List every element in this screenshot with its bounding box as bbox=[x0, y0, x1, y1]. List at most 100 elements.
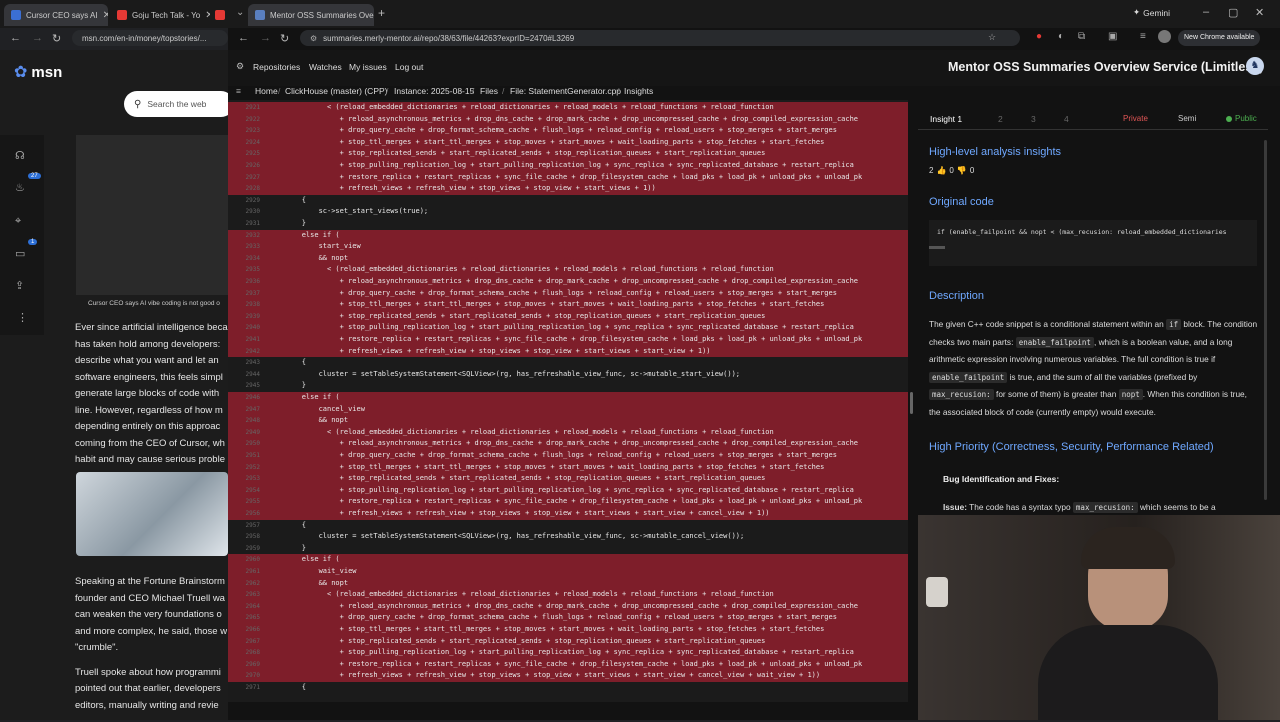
code-line: 2925 + stop_replicated_sends + start_rep… bbox=[228, 148, 908, 160]
breadcrumb-file[interactable]: File: StatementGenerator.cpp bbox=[510, 86, 621, 96]
breadcrumb-separator: / bbox=[472, 86, 475, 96]
line-number: 2939 bbox=[245, 312, 260, 320]
original-code-heading: Original code bbox=[929, 196, 994, 208]
article-image[interactable] bbox=[76, 472, 228, 556]
back-icon[interactable]: ← bbox=[10, 32, 21, 44]
code-line: 2950 + reload_asynchronous_metrics + dro… bbox=[228, 438, 908, 450]
nav-log-out[interactable]: Log out bbox=[395, 62, 423, 72]
extension-icon[interactable]: ● bbox=[1036, 31, 1042, 42]
thumbs-down-icon[interactable]: 👎 bbox=[957, 166, 967, 175]
breadcrumb: ≡ Home / ClickHouse (master) (CPP) / Ins… bbox=[228, 86, 1280, 100]
update-chrome-button[interactable]: New Chrome available bbox=[1178, 30, 1261, 46]
code-text: + reload_asynchronous_metrics + drop_dns… bbox=[268, 277, 859, 285]
tab-mentor[interactable]: Mentor OSS Summaries Overvi ✕ bbox=[248, 4, 374, 26]
code-text: } bbox=[268, 543, 306, 552]
extension-icon[interactable]: ≡ bbox=[1140, 31, 1146, 42]
tab-youtube[interactable]: Goju Tech Talk - Yo ✕ bbox=[110, 4, 210, 26]
extension-icon[interactable]: ▣ bbox=[1108, 31, 1117, 42]
code-line: 2968 + stop_pulling_replication_log + st… bbox=[228, 647, 908, 659]
location-icon[interactable]: ⌖ bbox=[15, 215, 21, 228]
reload-icon[interactable]: ↻ bbox=[280, 32, 289, 45]
code-line: 2967 + stop_replicated_sends + start_rep… bbox=[228, 635, 908, 648]
code-text: { bbox=[268, 195, 306, 204]
webcam-overlay bbox=[918, 515, 1280, 720]
code-scrollbar[interactable] bbox=[910, 392, 913, 414]
extension-icon[interactable]: ◐ bbox=[1058, 31, 1064, 42]
breadcrumb-instance[interactable]: Instance: 2025-08-15 bbox=[394, 86, 474, 96]
tab-insight-1[interactable]: Insight 1 bbox=[930, 114, 962, 124]
nav-my-issues[interactable]: My issues bbox=[349, 62, 387, 72]
code-text: cluster = setTableSystemStatement<SQLVie… bbox=[268, 369, 741, 378]
nav-repositories[interactable]: Repositories bbox=[253, 62, 300, 72]
code-text: + drop_query_cache + drop_format_schema_… bbox=[268, 126, 837, 135]
line-number: 2929 bbox=[245, 196, 260, 204]
extension-icon[interactable]: ☆ bbox=[988, 32, 996, 43]
chat-icon[interactable]: ▭ bbox=[15, 247, 25, 260]
search-box[interactable]: ⚲ Search the web bbox=[124, 91, 234, 117]
left-browser-window: Cursor CEO says AI ✕ Goju Tech Talk - Yo… bbox=[0, 0, 234, 720]
code-text: + refresh_views + refresh_view + stop_vi… bbox=[268, 346, 711, 355]
private-toggle[interactable]: Private bbox=[1123, 114, 1148, 123]
code-viewer[interactable]: 2921 < (reload_embedded_dictionaries + r… bbox=[228, 100, 908, 702]
horizontal-scrollbar[interactable] bbox=[929, 246, 945, 249]
gear-icon[interactable]: ⚙ bbox=[236, 61, 244, 72]
panel-scrollbar[interactable] bbox=[1264, 140, 1267, 500]
description-heading: Description bbox=[929, 290, 985, 302]
sidebar-icons: ☊ ♨ 27 ⌖ ▭ 1 ⇪ ⋮ bbox=[0, 135, 44, 335]
line-number: 2955 bbox=[245, 498, 260, 506]
issue-text: The code has a syntax typo bbox=[969, 502, 1071, 512]
code-text: < (reload_embedded_dictionaries + reload… bbox=[268, 103, 774, 111]
breadcrumb-repo[interactable]: ClickHouse (master) (CPP) bbox=[285, 86, 388, 96]
code-line: 2956 + refresh_views + refresh_view + st… bbox=[228, 508, 908, 520]
code-text: + stop_replicated_sends + start_replicat… bbox=[268, 636, 766, 645]
notifications-icon[interactable]: ♨ bbox=[15, 181, 25, 194]
close-window-icon[interactable]: ✕ bbox=[1255, 6, 1264, 19]
forward-icon[interactable]: → bbox=[32, 32, 43, 44]
tab-search-icon[interactable]: ⌄ bbox=[236, 7, 244, 18]
new-tab-icon[interactable]: + bbox=[378, 6, 385, 20]
share-icon[interactable]: ⇪ bbox=[15, 279, 24, 292]
browser-tab-strip: Cursor CEO says AI ✕ Goju Tech Talk - Yo… bbox=[0, 0, 228, 28]
profile-avatar[interactable] bbox=[1158, 30, 1171, 43]
breadcrumb-files[interactable]: Files bbox=[480, 86, 498, 96]
address-bar[interactable]: ⚙ summaries.merly-mentor.ai/repo/38/63/f… bbox=[300, 30, 1020, 46]
line-number: 2928 bbox=[245, 185, 260, 193]
close-icon[interactable]: ✕ bbox=[103, 10, 108, 21]
line-number: 2956 bbox=[245, 510, 260, 517]
article-line: describe what you want and let an bbox=[75, 355, 219, 366]
close-icon[interactable]: ✕ bbox=[205, 10, 210, 21]
nav-watches[interactable]: Watches bbox=[309, 62, 342, 72]
gemini-button[interactable]: ✦ Gemini bbox=[1133, 7, 1170, 18]
reload-icon[interactable]: ↻ bbox=[52, 32, 61, 45]
menu-icon[interactable]: ≡ bbox=[236, 86, 241, 96]
address-bar[interactable]: msn.com/en-in/money/topstories/... bbox=[72, 30, 228, 46]
tab-insight-4[interactable]: 4 bbox=[1064, 114, 1069, 124]
code-line: 2948 && nopt bbox=[228, 415, 908, 427]
tab-cursor-article[interactable]: Cursor CEO says AI ✕ bbox=[4, 4, 108, 26]
code-text: + reload_asynchronous_metrics + drop_dns… bbox=[268, 439, 859, 448]
article-line: pointed out that earlier, developers bbox=[75, 683, 221, 694]
original-code-box[interactable]: if (enable_failpoint && nopt < (max_recu… bbox=[929, 220, 1257, 266]
line-number: 2935 bbox=[245, 266, 260, 274]
headset-icon[interactable]: ☊ bbox=[15, 149, 25, 162]
video-player[interactable] bbox=[76, 135, 228, 295]
back-icon[interactable]: ← bbox=[238, 32, 249, 44]
code-text: + reload_asynchronous_metrics + drop_dns… bbox=[268, 114, 859, 123]
minimize-icon[interactable]: – bbox=[1203, 6, 1209, 18]
semi-toggle[interactable]: Semi bbox=[1178, 114, 1196, 123]
inline-code: enable_failpoint bbox=[1015, 336, 1094, 348]
public-toggle[interactable]: Public bbox=[1235, 114, 1257, 123]
tab-insight-2[interactable]: 2 bbox=[998, 114, 1003, 124]
code-text: + stop_pulling_replication_log + start_p… bbox=[268, 485, 854, 494]
more-icon[interactable]: ⋮ bbox=[17, 311, 28, 324]
breadcrumb-home[interactable]: Home bbox=[255, 86, 278, 96]
maximize-icon[interactable]: ▢ bbox=[1228, 6, 1238, 19]
article-line: and more complex, he said, those w bbox=[75, 625, 228, 637]
line-number: 2967 bbox=[245, 637, 260, 645]
msn-logo[interactable]: ✿ msn bbox=[14, 62, 62, 82]
code-text: < (reload_embedded_dictionaries + reload… bbox=[268, 427, 774, 436]
forward-icon[interactable]: → bbox=[260, 32, 271, 44]
thumbs-up-icon[interactable]: 👍 bbox=[936, 166, 946, 175]
extension-icon[interactable]: ⧉ bbox=[1078, 31, 1085, 42]
tab-insight-3[interactable]: 3 bbox=[1031, 114, 1036, 124]
